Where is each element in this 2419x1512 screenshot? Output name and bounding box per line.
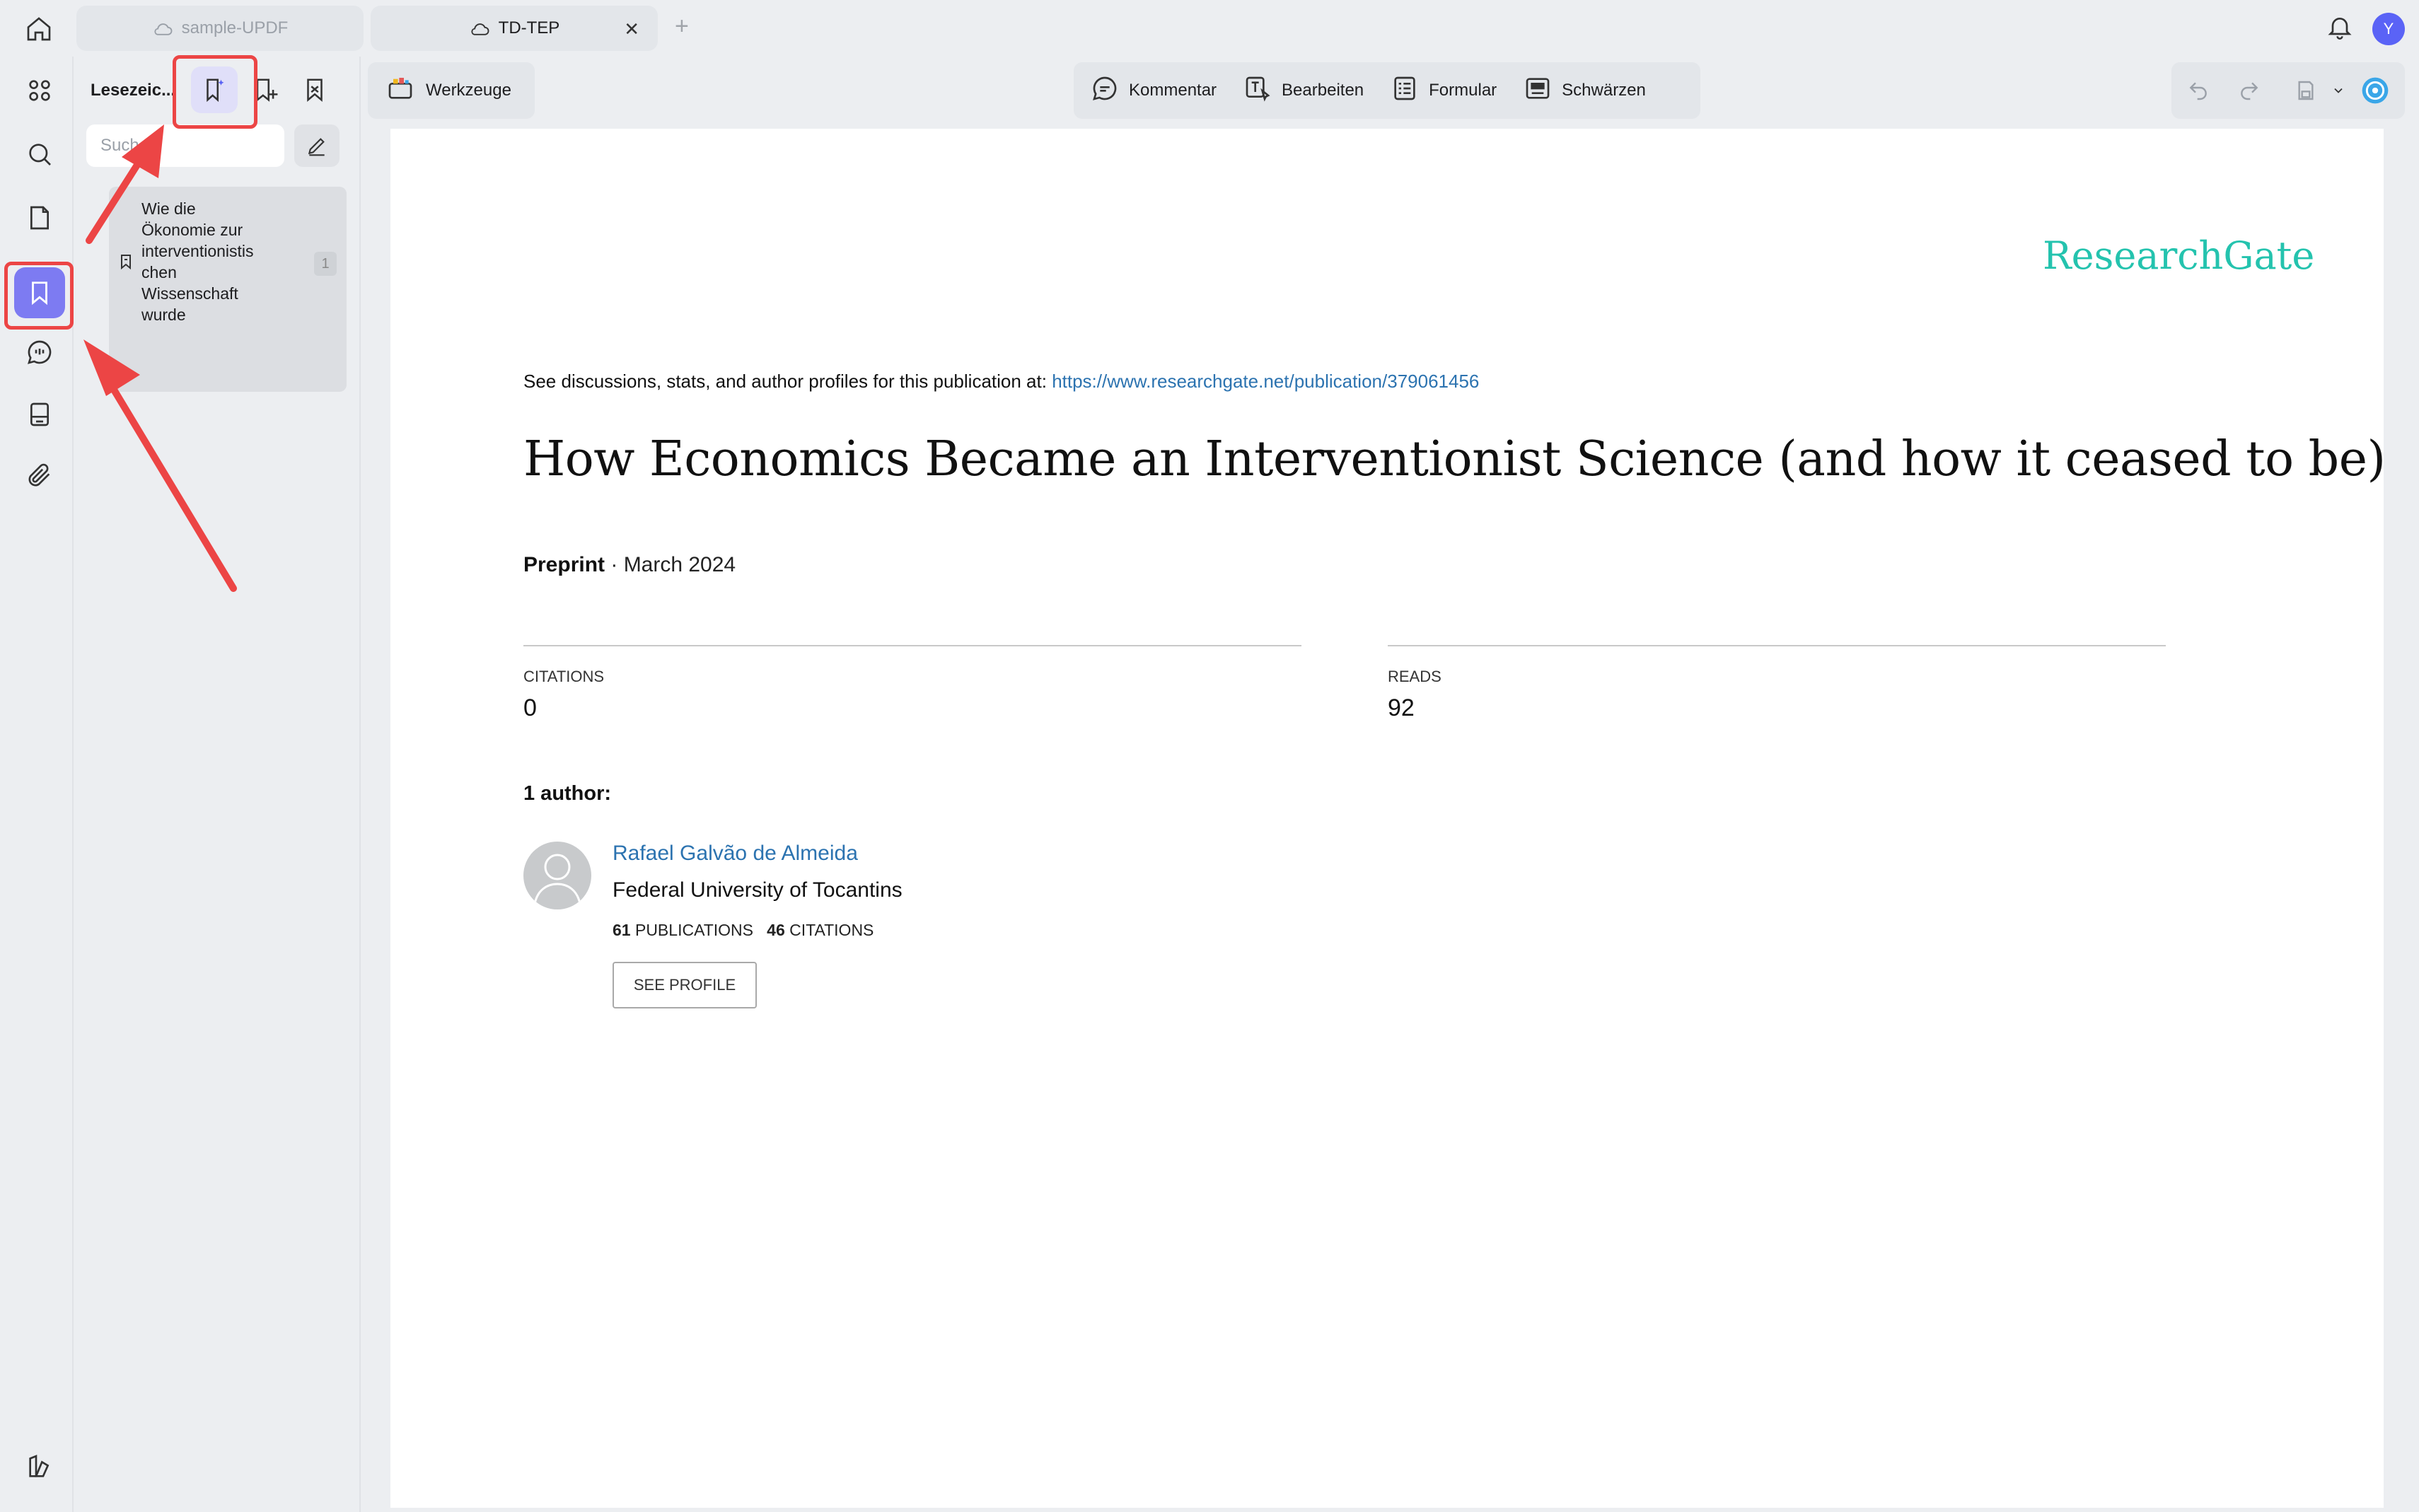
highlight-box [173, 55, 257, 129]
cloud-icon [152, 21, 173, 36]
redact-button[interactable]: Schwärzen [1524, 74, 1646, 107]
publications-count: 61 [613, 921, 631, 939]
bookmark-manage-button[interactable] [291, 66, 338, 113]
bookmark-page-number: 1 [314, 252, 337, 276]
theme-icon[interactable] [14, 1441, 65, 1492]
document-title: How Economics Became an Interventionist … [523, 431, 2386, 487]
author-institution: Federal University of Tocantins [613, 878, 903, 902]
toolbox-icon [386, 74, 414, 107]
redo-icon[interactable] [2235, 76, 2263, 105]
stamp-icon[interactable] [14, 389, 65, 440]
author-avatar[interactable] [523, 842, 591, 909]
edit-pen-button[interactable] [294, 124, 340, 167]
bookmark-icon [117, 252, 134, 275]
reads-label: READS [1388, 668, 1441, 685]
publication-date: · March 2024 [605, 553, 736, 576]
tools-label: Werkzeuge [426, 81, 511, 100]
divider [1388, 645, 2166, 646]
mode-toolbar: Kommentar Bearbeiten Formular Schwärzen [1074, 62, 1700, 119]
publication-info-line: See discussions, stats, and author profi… [523, 371, 1479, 392]
author-citations-count: 46 [767, 921, 785, 939]
authors-heading: 1 author: [523, 782, 612, 805]
redact-icon [1524, 74, 1552, 107]
search-icon[interactable] [14, 129, 65, 180]
save-icon[interactable] [2292, 76, 2320, 105]
tab-td-tep[interactable]: TD-TEP ✕ [371, 6, 658, 51]
pages-icon[interactable] [14, 192, 65, 243]
publications-label: PUBLICATIONS [634, 921, 753, 939]
attachment-icon[interactable] [14, 450, 65, 501]
tab-label: TD-TEP [498, 18, 560, 37]
ai-chat-icon[interactable] [14, 327, 65, 378]
bookmark-item[interactable]: Wie die Ökonomie zur interventionistis c… [109, 187, 347, 392]
reads-value: 92 [1388, 694, 1415, 721]
bookmark-search-input[interactable] [86, 124, 284, 167]
comment-label: Kommentar [1129, 81, 1217, 100]
undo-icon[interactable] [2184, 76, 2212, 105]
author-stats: 61 PUBLICATIONS 46 CITATIONS [613, 921, 874, 940]
edit-text-icon [1243, 74, 1272, 107]
close-icon[interactable]: ✕ [624, 18, 639, 40]
user-avatar[interactable]: Y [2372, 13, 2405, 45]
citations-label: CITATIONS [523, 668, 605, 685]
redact-label: Schwärzen [1562, 81, 1646, 100]
ai-assistant-icon[interactable] [2361, 76, 2389, 105]
tab-sample-updf[interactable]: sample-UPDF [76, 6, 364, 51]
edit-label: Bearbeiten [1282, 81, 1364, 100]
bookmarks-panel: Lesezeic... Wie die Ökonomie zur interve… [75, 57, 361, 1512]
panel-title: Lesezeic... [91, 81, 176, 100]
tools-button[interactable]: Werkzeuge [368, 62, 535, 119]
chevron-down-icon[interactable] [2324, 76, 2353, 105]
edit-button[interactable]: Bearbeiten [1243, 74, 1364, 107]
bell-icon[interactable] [2326, 13, 2357, 44]
divider [523, 645, 1301, 646]
form-button[interactable]: Formular [1391, 74, 1497, 107]
form-icon [1391, 74, 1419, 107]
home-icon[interactable] [21, 11, 57, 47]
comment-icon [1091, 74, 1119, 107]
tab-label: sample-UPDF [181, 18, 289, 37]
publication-meta: Preprint · March 2024 [523, 553, 736, 577]
author-citations-label: CITATIONS [789, 921, 874, 939]
right-toolbar [2171, 62, 2405, 119]
see-profile-button[interactable]: SEE PROFILE [613, 962, 757, 1008]
tab-bar: sample-UPDF TD-TEP ✕ + Y [0, 0, 2419, 57]
cloud-icon [469, 21, 490, 36]
form-label: Formular [1429, 81, 1497, 100]
publication-link[interactable]: https://www.researchgate.net/publication… [1052, 371, 1479, 392]
thumbnails-icon[interactable] [14, 65, 65, 116]
author-name-link[interactable]: Rafael Galvão de Almeida [613, 842, 858, 866]
add-tab-icon[interactable]: + [675, 14, 689, 38]
citations-value: 0 [523, 694, 537, 721]
researchgate-logo: ResearchGate [2043, 233, 2315, 278]
highlight-box [4, 262, 74, 330]
bookmark-label: Wie die Ökonomie zur interventionistis c… [141, 199, 254, 324]
publication-type: Preprint [523, 553, 605, 576]
publication-info-text: See discussions, stats, and author profi… [523, 371, 1052, 392]
document-page [390, 129, 2384, 1508]
comment-button[interactable]: Kommentar [1091, 74, 1217, 107]
